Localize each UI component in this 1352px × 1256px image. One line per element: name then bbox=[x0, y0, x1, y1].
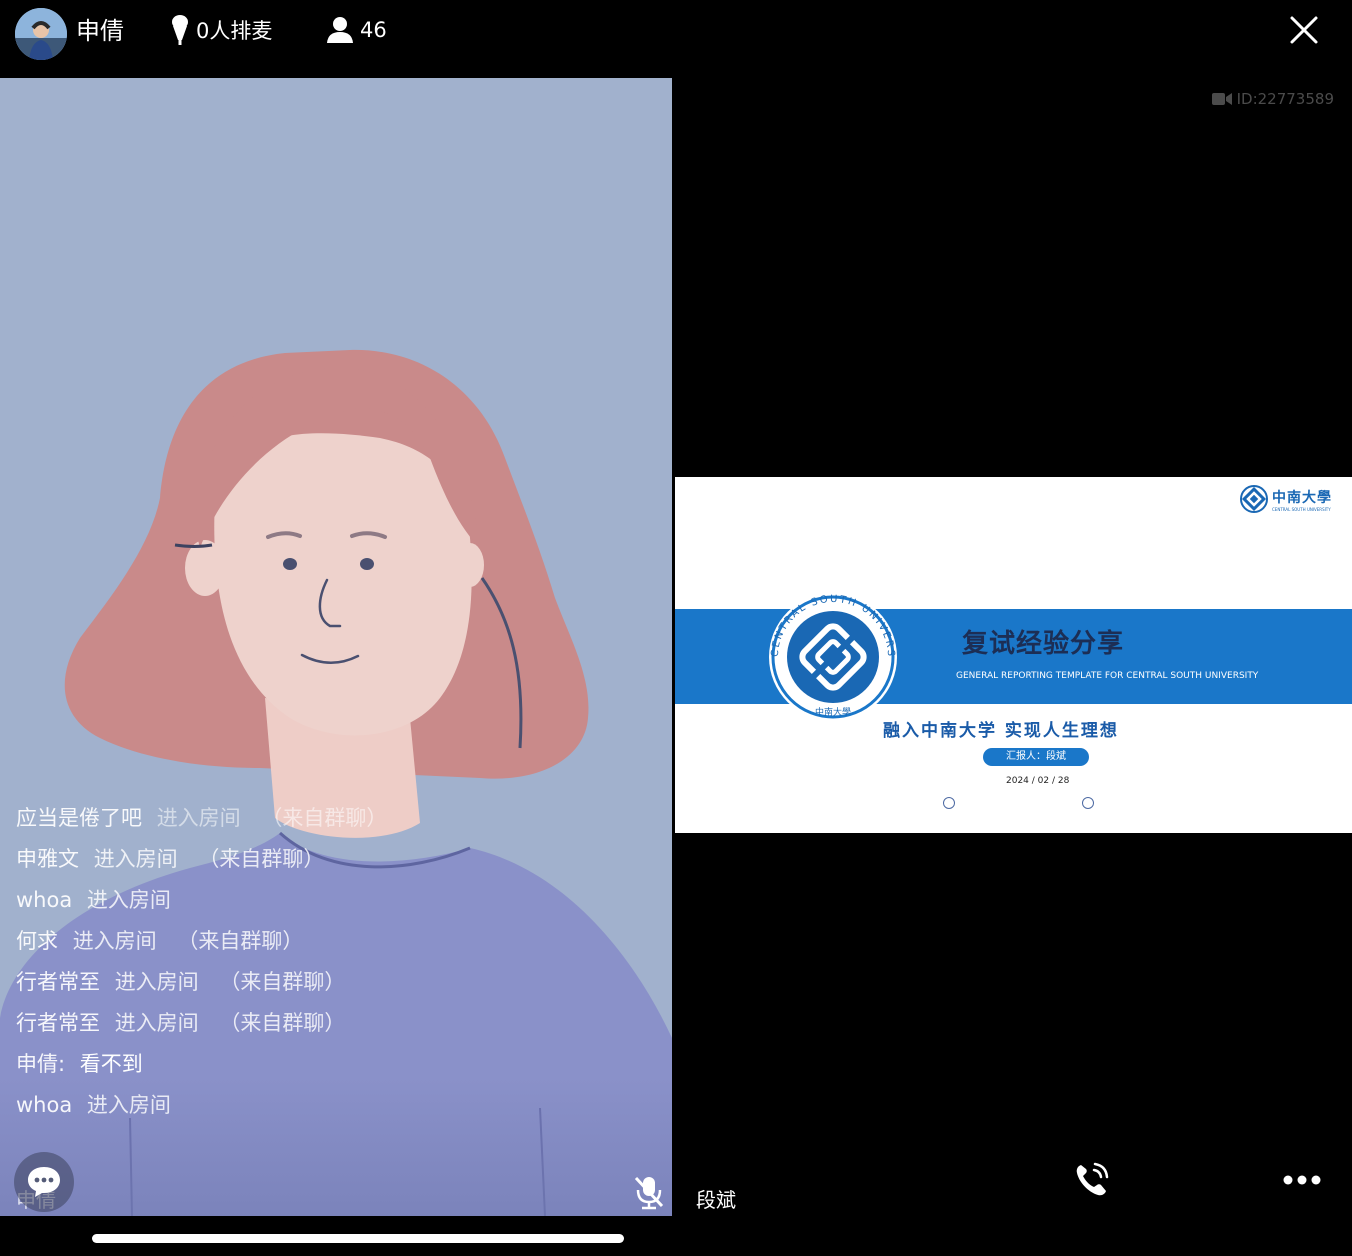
top-bar: 申倩 0人排麦 46 bbox=[0, 0, 1352, 78]
chat-text: 看不到 bbox=[79, 1052, 143, 1076]
left-video-panel[interactable]: 应当是倦了吧 进入房间 （来自群聊） 申雅文 进入房间 （来自群聊） whoa … bbox=[0, 78, 672, 1216]
mic-muted-indicator bbox=[632, 1174, 666, 1210]
slide-subtitle: GENERAL REPORTING TEMPLATE FOR CENTRAL S… bbox=[956, 671, 1259, 681]
more-dots-icon bbox=[1283, 1175, 1321, 1185]
chat-button[interactable] bbox=[14, 1152, 74, 1212]
person-icon bbox=[327, 17, 353, 43]
chat-tag: （来自群聊） bbox=[219, 970, 346, 994]
chat-text: 进入房间 bbox=[93, 847, 178, 871]
right-stream-user-name: 段斌 bbox=[696, 1188, 736, 1212]
slide-title: 复试经验分享 bbox=[962, 629, 1125, 659]
chat-user-name: 申雅文 bbox=[16, 847, 79, 871]
university-emblem-icon: CENTRAL SOUTH UNIVERSITY 中南大學 bbox=[752, 583, 897, 721]
call-button[interactable] bbox=[1072, 1160, 1112, 1200]
room-id-badge: ID:22773589 bbox=[1211, 90, 1334, 108]
mic-queue[interactable]: 0人排麦 bbox=[170, 13, 272, 47]
emblem-cn-text: 中南大學 bbox=[815, 706, 851, 718]
chat-bubble-icon bbox=[28, 1167, 60, 1197]
chat-message: 应当是倦了吧 进入房间 （来自群聊） bbox=[16, 798, 656, 839]
video-camera-icon bbox=[1211, 93, 1232, 105]
slide-decor-dot bbox=[1082, 797, 1094, 809]
chat-message: 何求 进入房间 （来自群聊） bbox=[16, 921, 656, 962]
mic-queue-label: 0人排麦 bbox=[196, 19, 273, 43]
host-avatar[interactable] bbox=[15, 8, 67, 60]
university-emblem: CENTRAL SOUTH UNIVERSITY 中南大學 bbox=[752, 583, 909, 723]
slide-motto: 融入中南大学 实现人生理想 bbox=[883, 721, 1119, 741]
chat-tag: （来自群聊） bbox=[177, 929, 304, 953]
chat-tag: （来自群聊） bbox=[219, 1011, 346, 1035]
shared-screen-slide: 中南大學 CENTRAL SOUTH UNIVERSITY CENTRAL SO… bbox=[675, 477, 1352, 833]
host-name: 申倩 bbox=[76, 17, 124, 45]
university-logo-icon bbox=[1240, 485, 1268, 513]
chat-message-list: 应当是倦了吧 进入房间 （来自群聊） 申雅文 进入房间 （来自群聊） whoa … bbox=[16, 798, 656, 1126]
chat-message: 行者常至 进入房间 （来自群聊） bbox=[16, 1003, 656, 1044]
mic-muted-icon bbox=[634, 1176, 664, 1210]
viewer-count-label: 46 bbox=[360, 18, 387, 42]
more-options-button[interactable] bbox=[1282, 1170, 1322, 1190]
chat-text: 进入房间 bbox=[156, 806, 241, 830]
close-button[interactable] bbox=[1282, 8, 1326, 52]
chat-user-name: 应当是倦了吧 bbox=[16, 806, 142, 830]
chat-text: 进入房间 bbox=[114, 1011, 199, 1035]
avatar-photo-icon bbox=[15, 8, 67, 60]
right-video-panel[interactable]: ID:22773589 中南大學 CENTRAL SOUTH UNIVERSIT… bbox=[672, 78, 1352, 1216]
chat-text: 进入房间 bbox=[86, 1093, 171, 1117]
room-id-text: ID:22773589 bbox=[1236, 90, 1334, 108]
phone-call-icon bbox=[1076, 1162, 1109, 1196]
microphone-icon bbox=[172, 15, 188, 45]
chat-message: whoa 进入房间 bbox=[16, 1085, 656, 1126]
slide-logo-top: 中南大學 CENTRAL SOUTH UNIVERSITY bbox=[1240, 485, 1332, 513]
chat-user-name: whoa bbox=[16, 1093, 73, 1117]
chat-user-name: 申倩: bbox=[16, 1052, 66, 1076]
slide-reporter-badge: 汇报人：段斌 bbox=[983, 748, 1089, 766]
chat-message: 行者常至 进入房间 （来自群聊） bbox=[16, 962, 656, 1003]
slide-decor-dot bbox=[943, 797, 955, 809]
home-indicator[interactable] bbox=[92, 1234, 624, 1243]
chat-message: whoa 进入房间 bbox=[16, 880, 656, 921]
chat-text: 进入房间 bbox=[72, 929, 157, 953]
chat-user-name: 行者常至 bbox=[16, 970, 100, 994]
chat-user-name: 行者常至 bbox=[16, 1011, 100, 1035]
slide-date: 2024 / 02 / 28 bbox=[1006, 776, 1070, 786]
slide-logo-en: CENTRAL SOUTH UNIVERSITY bbox=[1272, 506, 1331, 512]
chat-message: 申雅文 进入房间 （来自群聊） bbox=[16, 839, 656, 880]
viewer-count[interactable]: 46 bbox=[326, 13, 387, 47]
slide-logo-cn: 中南大學 bbox=[1272, 489, 1332, 506]
chat-user-name: whoa bbox=[16, 888, 73, 912]
chat-text: 进入房间 bbox=[114, 970, 199, 994]
chat-tag: （来自群聊） bbox=[198, 847, 325, 871]
close-icon bbox=[1290, 16, 1318, 44]
chat-message: 申倩: 看不到 bbox=[16, 1044, 656, 1085]
chat-user-name: 何求 bbox=[16, 929, 58, 953]
chat-tag: （来自群聊） bbox=[261, 806, 388, 830]
chat-text: 进入房间 bbox=[86, 888, 171, 912]
